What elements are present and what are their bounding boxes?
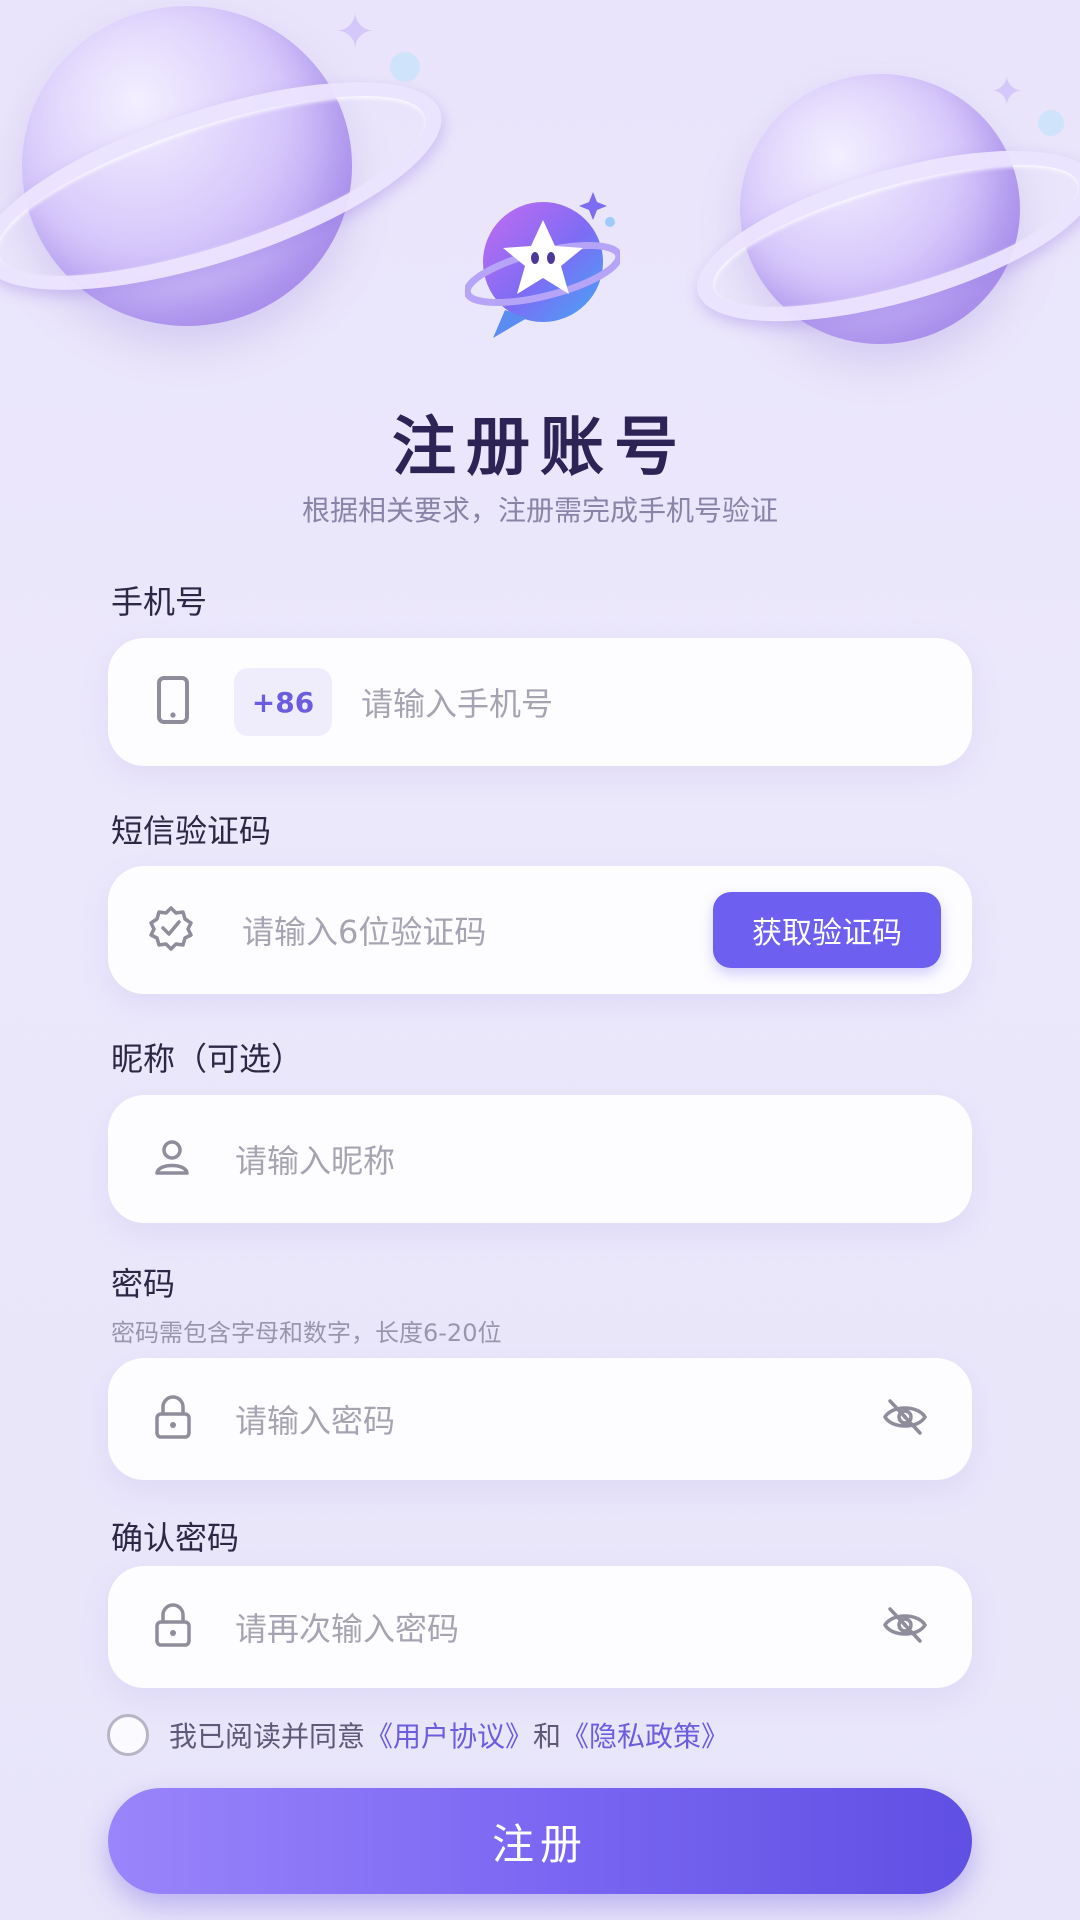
password-label: 密码: [111, 1265, 176, 1303]
confirm-password-label: 确认密码: [111, 1519, 240, 1557]
nickname-field[interactable]: 请输入昵称: [108, 1095, 972, 1223]
lock-icon: [154, 1394, 192, 1444]
user-agreement-link[interactable]: 《用户协议》: [365, 1715, 533, 1755]
confirm-password-field[interactable]: 请再次输入密码: [108, 1566, 972, 1688]
eye-off-icon[interactable]: [882, 1397, 928, 1441]
page-title: 注册账号: [392, 411, 688, 485]
get-code-button[interactable]: 获取验证码: [713, 892, 941, 968]
phone-input[interactable]: 请输入手机号: [361, 679, 553, 725]
verified-badge-icon: [148, 905, 194, 955]
phone-icon: [156, 675, 190, 729]
page-subtitle: 根据相关要求，注册需完成手机号验证: [301, 494, 778, 527]
app-logo: [463, 192, 623, 342]
sparkle-icon: ✦: [990, 69, 1024, 115]
agreement-and-text: 和: [533, 1720, 562, 1753]
nickname-label: 昵称（可选）: [111, 1040, 304, 1078]
bubble-decoration: [1038, 110, 1064, 136]
sparkle-icon: ✦: [335, 4, 376, 60]
nickname-input[interactable]: 请输入昵称: [235, 1136, 395, 1182]
bubble-decoration: [390, 52, 420, 82]
agreement-row: 我已阅读并同意 《用户协议》 和 《隐私政策》: [107, 1713, 729, 1757]
phone-label: 手机号: [111, 583, 208, 621]
password-input[interactable]: 请输入密码: [235, 1396, 395, 1442]
user-icon: [152, 1137, 192, 1181]
sms-code-field[interactable]: 请输入6位验证码 获取验证码: [108, 866, 972, 994]
lock-icon: [154, 1602, 192, 1652]
sms-code-label: 短信验证码: [111, 812, 272, 850]
eye-off-icon[interactable]: [882, 1605, 928, 1649]
password-hint: 密码需包含字母和数字，长度6-20位: [111, 1319, 502, 1347]
country-code-selector[interactable]: +86: [234, 668, 332, 736]
privacy-policy-link[interactable]: 《隐私政策》: [561, 1715, 729, 1755]
agreement-text: 我已阅读并同意: [169, 1720, 366, 1753]
agreement-checkbox[interactable]: [107, 1714, 149, 1756]
password-field[interactable]: 请输入密码: [108, 1358, 972, 1480]
sms-code-input[interactable]: 请输入6位验证码: [242, 907, 486, 953]
phone-field[interactable]: +86 请输入手机号: [108, 638, 972, 766]
register-button[interactable]: 注册: [108, 1788, 972, 1894]
confirm-password-input[interactable]: 请再次输入密码: [235, 1604, 459, 1650]
